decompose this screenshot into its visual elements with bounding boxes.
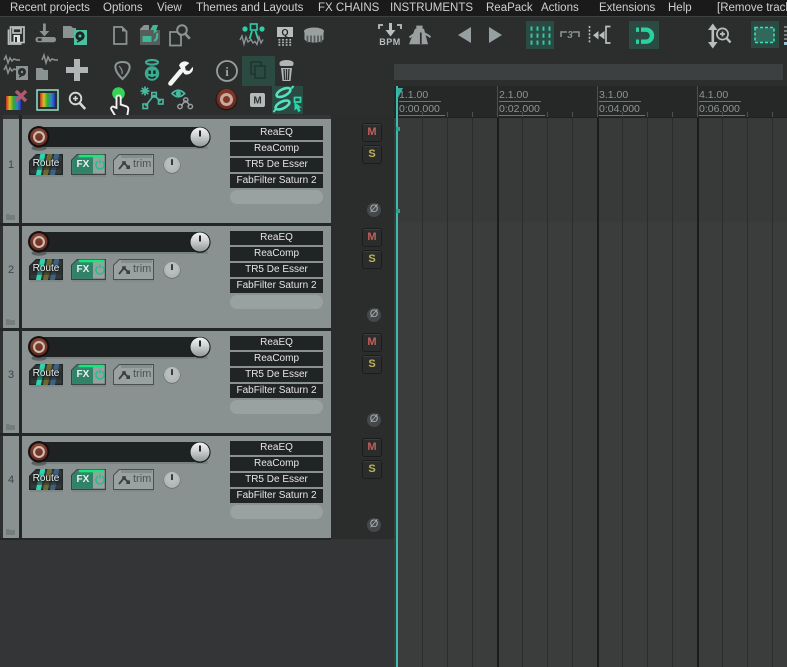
svg-text:Q: Q [281,28,288,38]
svg-text:BPM: BPM [379,37,401,47]
svg-text:3: 3 [567,30,573,41]
svg-text:M: M [253,96,261,107]
svg-text:i: i [225,64,229,79]
